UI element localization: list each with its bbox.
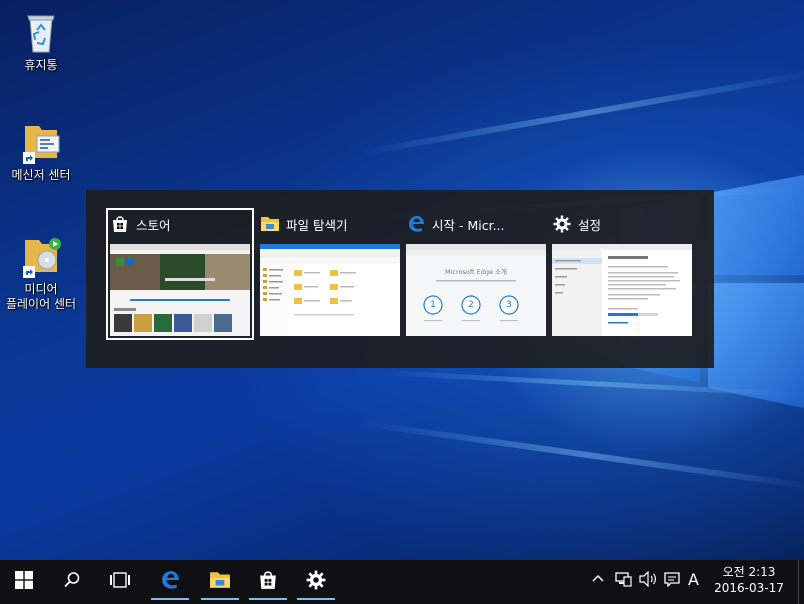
edge-preview-heading: Microsoft Edge 소개 (444, 268, 508, 276)
task-card-title: 시작 - Micr... (432, 217, 505, 233)
desktop-icon-media-player-center[interactable]: 미디어 플레이어 센터 (0, 232, 86, 312)
task-card-title: 파일 탐색기 (286, 217, 348, 233)
clock-time: 오전 2:13 (722, 565, 776, 579)
window-preview-edge: Microsoft Edge 소개 1 2 3 (406, 244, 546, 336)
volume-button[interactable] (638, 570, 658, 590)
edge-step-number: 2 (468, 300, 474, 310)
desktop-icon-label: 미디어 플레이어 센터 (5, 282, 77, 311)
task-card-title: 스토어 (136, 217, 171, 233)
gear-icon (552, 214, 572, 234)
chevron-up-icon (592, 574, 604, 582)
taskbar-store-button[interactable] (246, 560, 290, 600)
task-card-store[interactable]: 스토어 (106, 208, 254, 340)
window-preview-store (110, 244, 250, 336)
desktop-icon-recycle-bin[interactable]: 휴지통 (0, 8, 86, 73)
wallpaper-logo-pane (708, 283, 804, 408)
store-icon (110, 214, 130, 234)
network-button[interactable] (614, 571, 632, 590)
wallpaper-beam (359, 420, 804, 490)
network-icon (615, 572, 632, 587)
show-desktop-button[interactable] (798, 560, 804, 604)
folder-icon (260, 214, 280, 234)
edge-step-number: 3 (506, 300, 512, 310)
edge-icon (162, 571, 179, 589)
wallpaper-beam (360, 70, 804, 156)
folder-icon (210, 572, 230, 588)
clock[interactable]: 오전 2:13 2016-03-17 (712, 564, 786, 596)
taskbar-file-explorer-button[interactable] (198, 560, 242, 600)
task-switcher: 스토어 파일 탐색기 시작 - Micr... Microsoft Edge 소… (86, 190, 714, 368)
media-folder-icon (17, 232, 65, 280)
desktop-icon-messenger-center[interactable]: 메신저 센터 (0, 118, 86, 183)
input-indicator[interactable]: A (688, 570, 699, 589)
task-card-title: 설정 (578, 217, 602, 233)
task-card-settings[interactable]: 설정 (552, 212, 692, 336)
messenger-folder-icon (17, 118, 65, 166)
window-preview-file-explorer (260, 244, 400, 336)
task-view-button[interactable] (98, 560, 142, 600)
search-button[interactable] (50, 560, 94, 600)
task-view-icon (110, 572, 130, 588)
show-hidden-icons-button[interactable] (592, 572, 604, 586)
edge-step-number: 1 (430, 300, 436, 310)
task-card-file-explorer[interactable]: 파일 탐색기 (260, 212, 400, 336)
desktop-icon-label: 휴지통 (24, 58, 58, 72)
gear-icon (306, 570, 326, 590)
taskbar-edge-button[interactable] (148, 560, 192, 600)
action-center-button[interactable] (663, 571, 681, 590)
task-card-edge[interactable]: 시작 - Micr... Microsoft Edge 소개 1 2 3 (406, 212, 546, 336)
window-preview-settings (552, 244, 692, 336)
notification-icon (664, 572, 680, 588)
edge-icon (406, 214, 426, 234)
desktop-icon-label: 메신저 센터 (11, 168, 71, 182)
store-icon (260, 571, 276, 589)
search-icon (64, 572, 80, 588)
taskbar-settings-button[interactable] (294, 560, 338, 600)
start-button[interactable] (2, 560, 46, 600)
taskbar: A 오전 2:13 2016-03-17 (0, 560, 804, 604)
speaker-icon (639, 570, 656, 588)
clock-date: 2016-03-17 (714, 581, 784, 595)
start-icon (15, 571, 33, 589)
recycle-bin-icon (17, 8, 65, 56)
